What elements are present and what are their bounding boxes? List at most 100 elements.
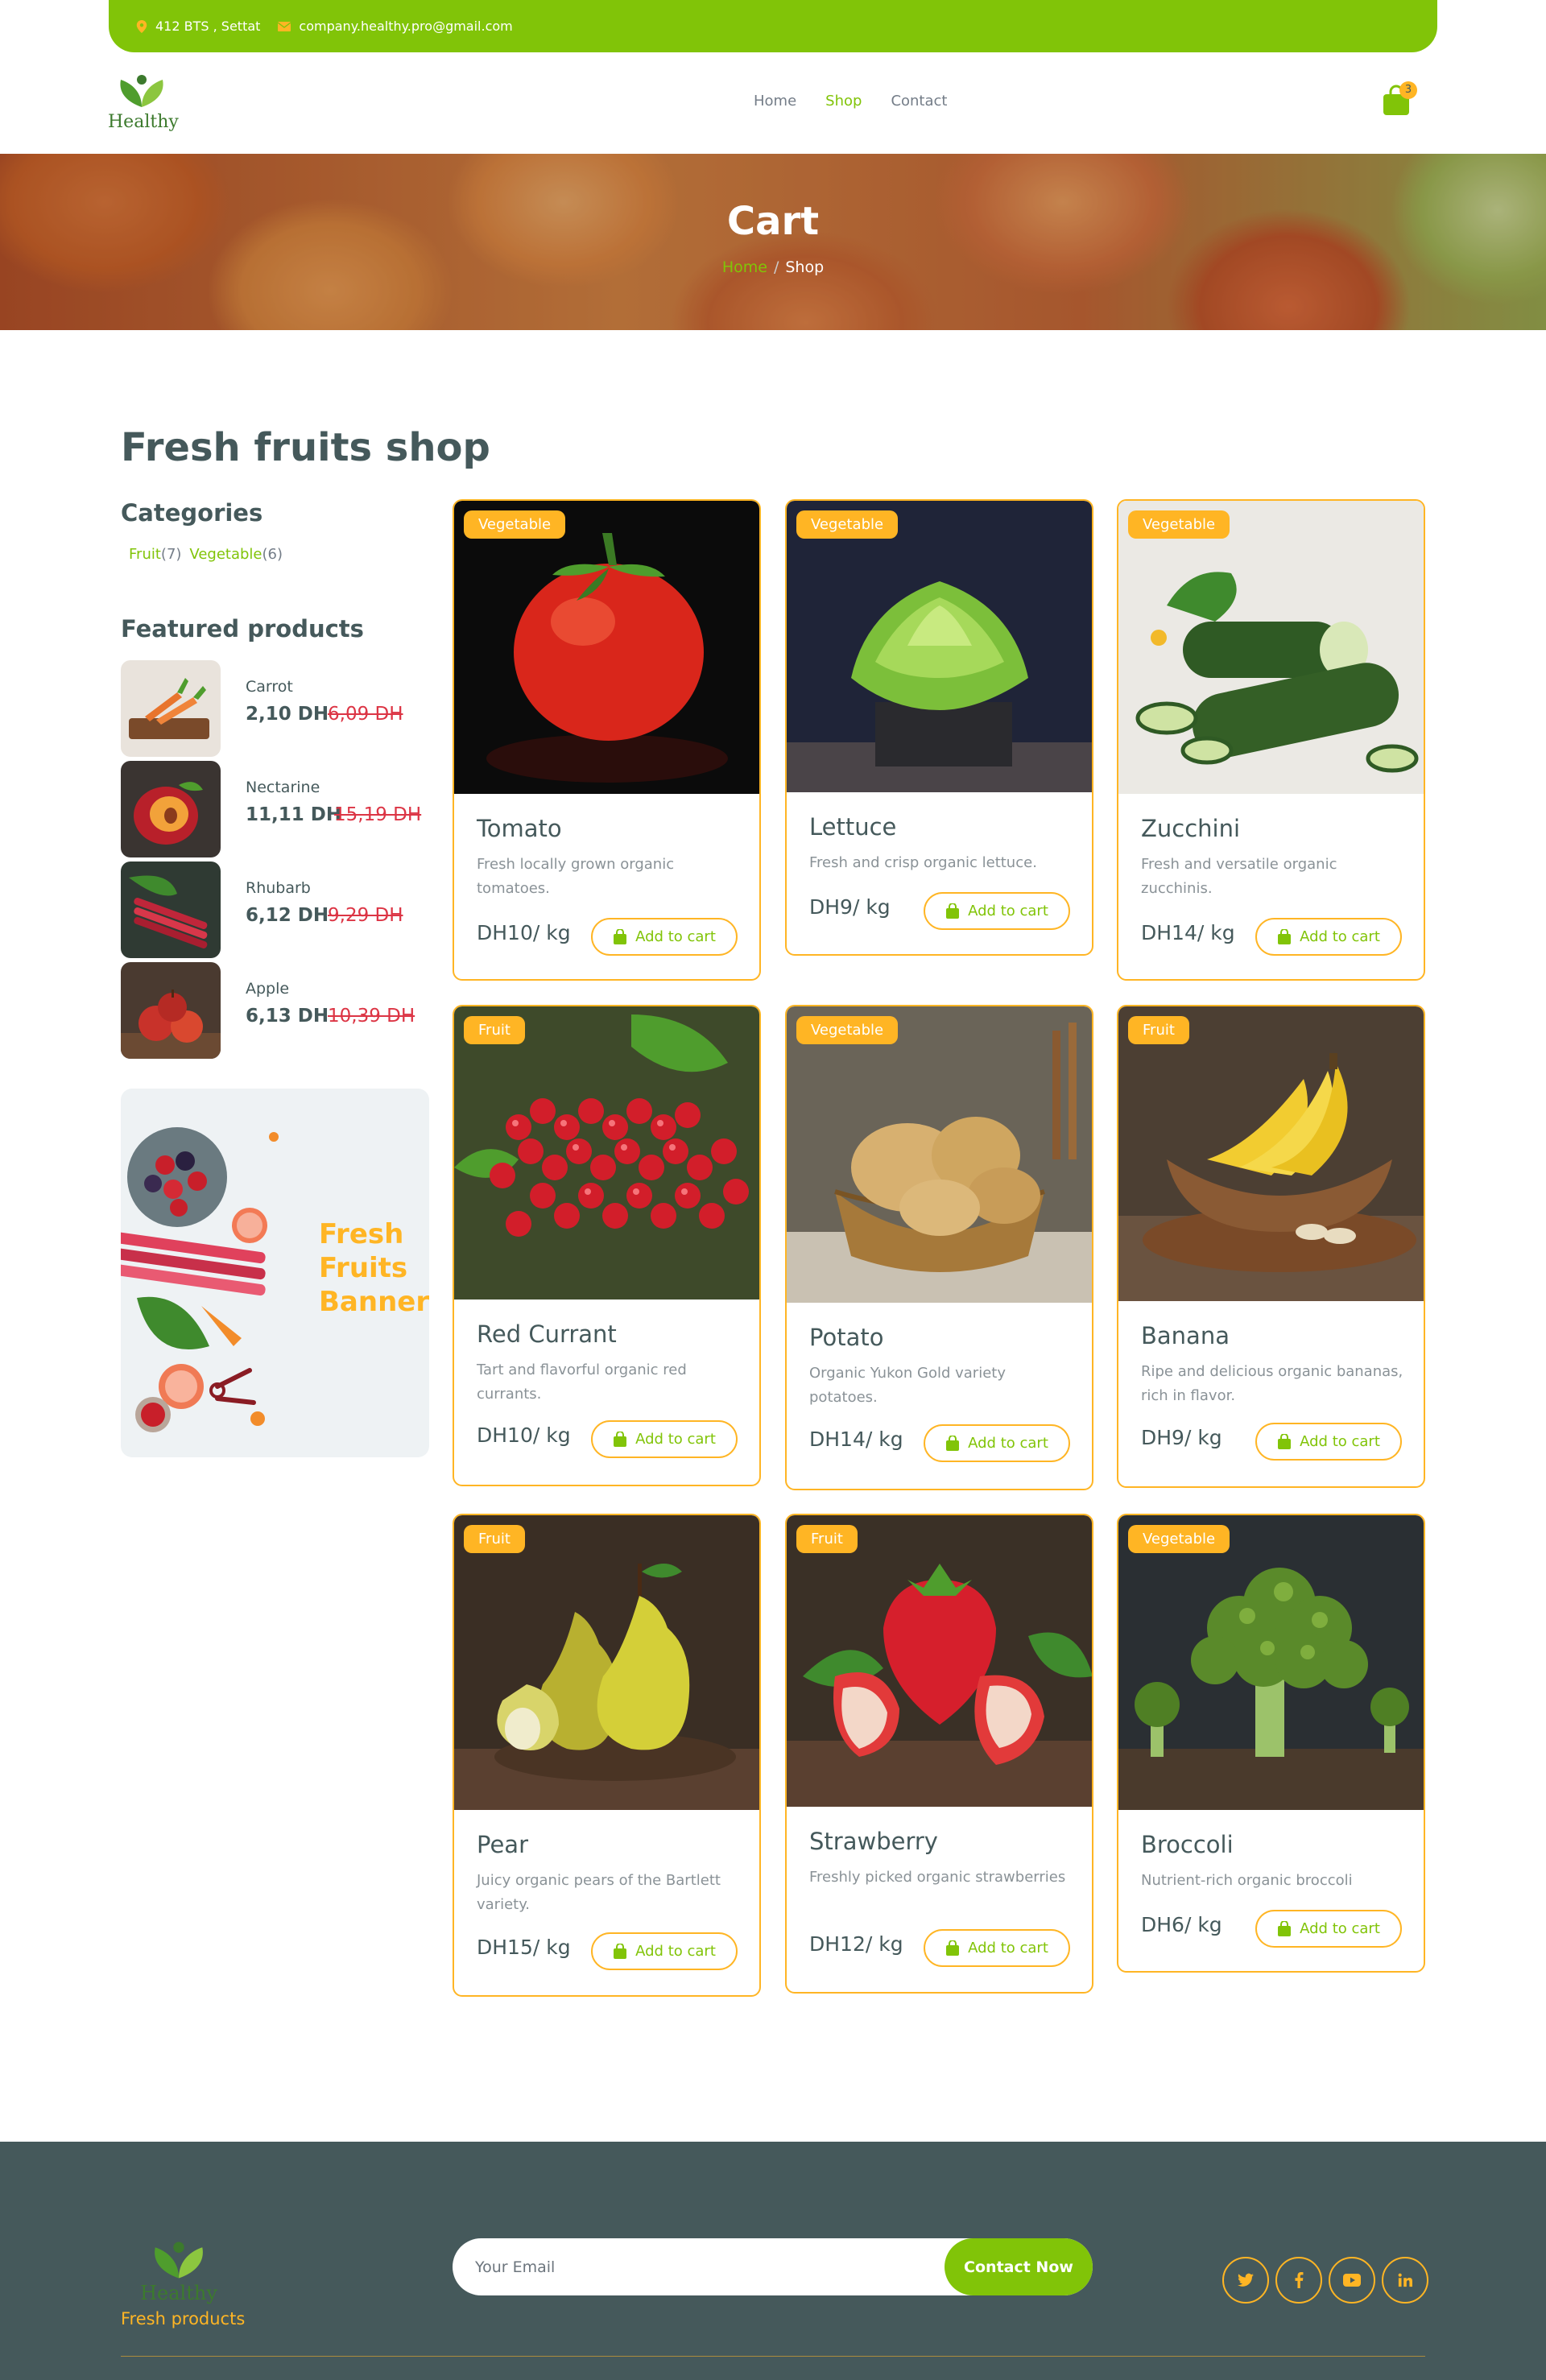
product-card-red-currant[interactable]: Fruit Red Currant Tart and flavorful org… <box>453 1005 761 1486</box>
featured-price: 2,10 DH <box>246 704 329 725</box>
category-fruit-count: (7) <box>160 546 182 563</box>
linkedin-link[interactable] <box>1382 2257 1428 2304</box>
add-to-cart-button[interactable]: Add to cart <box>1255 918 1402 956</box>
site-footer: Healthy Fresh products Contact Now <box>0 2142 1546 2380</box>
featured-name[interactable]: Nectarine <box>246 779 320 796</box>
email-info[interactable]: company.healthy.pro@gmail.com <box>278 19 513 34</box>
featured-name[interactable]: Carrot <box>246 678 293 696</box>
breadcrumb-home[interactable]: Home <box>722 258 767 276</box>
nav-home[interactable]: Home <box>754 93 796 109</box>
shopping-bag-icon <box>946 1435 960 1451</box>
add-to-cart-label: Add to cart <box>635 1943 716 1960</box>
shopping-bag-icon <box>614 1943 627 1959</box>
featured-old-price: 10,39 DH <box>328 1006 415 1027</box>
product-card-tomato[interactable]: Vegetable Tomato Fresh locally grown org… <box>453 499 761 981</box>
add-to-cart-label: Add to cart <box>1300 928 1380 945</box>
shopping-bag-icon <box>1278 1920 1292 1936</box>
featured-image[interactable] <box>121 962 221 1059</box>
add-to-cart-label: Add to cart <box>968 1940 1048 1956</box>
featured-item-rhubarb[interactable]: Rhubarb 6,12 DH 9,29 DH <box>121 862 427 958</box>
featured-image[interactable] <box>121 761 221 857</box>
product-title[interactable]: Pear <box>477 1831 528 1858</box>
product-card-zucchini[interactable]: Vegetable Zucchini Fresh and versatile o… <box>1117 499 1425 981</box>
featured-item-apple[interactable]: Apple 6,13 DH 10,39 DH <box>121 962 427 1059</box>
fresh-fruits-banner[interactable]: Fresh Fruits Banner <box>121 1089 429 1457</box>
banner-text-line: Banner <box>319 1286 429 1318</box>
cart-button[interactable]: 3 <box>1382 81 1417 117</box>
newsletter-form: Contact Now <box>453 2238 1093 2295</box>
featured-old-price: 9,29 DH <box>328 905 403 926</box>
facebook-link[interactable] <box>1275 2257 1322 2304</box>
email-text[interactable]: company.healthy.pro@gmail.com <box>299 19 512 34</box>
site-logo[interactable]: Healthy <box>108 72 179 132</box>
nav-shop[interactable]: Shop <box>825 93 862 109</box>
product-card-pear[interactable]: Fruit Pear Juicy organic pears of the Ba… <box>453 1514 761 1997</box>
product-image[interactable] <box>787 1006 1092 1303</box>
featured-price: 6,12 DH <box>246 905 329 926</box>
product-image[interactable] <box>1118 1006 1424 1301</box>
twitter-link[interactable] <box>1222 2257 1269 2304</box>
shopping-bag-icon <box>1278 1433 1292 1449</box>
product-image[interactable] <box>454 1006 759 1299</box>
hero-title: Cart <box>726 199 820 244</box>
product-title[interactable]: Red Currant <box>477 1320 617 1348</box>
footer-logo[interactable]: Healthy <box>138 2238 219 2304</box>
product-price: DH9/ kg <box>809 895 891 919</box>
product-title[interactable]: Potato <box>809 1324 883 1351</box>
shopping-bag-icon <box>1278 928 1292 944</box>
category-fruit[interactable]: Fruit <box>129 546 161 563</box>
contact-now-button[interactable]: Contact Now <box>945 2238 1093 2295</box>
product-card-strawberry[interactable]: Fruit Strawberry Freshly picked organic … <box>785 1514 1093 1994</box>
product-description: Organic Yukon Gold variety potatoes. <box>809 1365 1006 1406</box>
nav-contact[interactable]: Contact <box>891 93 947 109</box>
add-to-cart-button[interactable]: Add to cart <box>591 1932 738 1970</box>
product-image[interactable] <box>454 501 759 794</box>
product-title[interactable]: Lettuce <box>809 813 896 841</box>
product-description: Fresh locally grown organic tomatoes. <box>477 856 675 897</box>
envelope-icon <box>278 21 291 31</box>
youtube-link[interactable] <box>1329 2257 1375 2304</box>
product-title[interactable]: Broccoli <box>1141 1831 1234 1858</box>
product-category-badge: Vegetable <box>796 510 899 539</box>
add-to-cart-button[interactable]: Add to cart <box>924 1929 1070 1967</box>
featured-image[interactable] <box>121 660 221 757</box>
add-to-cart-button[interactable]: Add to cart <box>591 1420 738 1458</box>
product-title[interactable]: Tomato <box>477 815 562 842</box>
add-to-cart-label: Add to cart <box>635 928 716 945</box>
featured-image[interactable] <box>121 862 221 958</box>
address-text: 412 BTS , Settat <box>155 19 261 34</box>
product-image[interactable] <box>1118 501 1424 794</box>
add-to-cart-button[interactable]: Add to cart <box>591 918 738 956</box>
product-description: Fresh and crisp organic lettuce. <box>809 854 1037 871</box>
product-card-broccoli[interactable]: Vegetable Broccoli Nutrient-rich organic… <box>1117 1514 1425 1973</box>
product-image[interactable] <box>1118 1515 1424 1810</box>
twitter-icon <box>1238 2273 1254 2287</box>
newsletter-email-input[interactable] <box>475 2254 878 2280</box>
product-image[interactable] <box>454 1515 759 1810</box>
banner-text-line: Fresh <box>319 1218 404 1250</box>
product-card-banana[interactable]: Fruit Banana Ripe and delicious organic … <box>1117 1005 1425 1488</box>
category-vegetable[interactable]: Vegetable <box>189 546 262 563</box>
featured-item-nectarine[interactable]: Nectarine 11,11 DH 15,19 DH <box>121 761 427 857</box>
featured-item-carrot[interactable]: Carrot 2,10 DH 6,09 DH <box>121 660 427 757</box>
product-title[interactable]: Banana <box>1141 1322 1230 1349</box>
add-to-cart-button[interactable]: Add to cart <box>1255 1423 1402 1461</box>
add-to-cart-label: Add to cart <box>968 1435 1048 1452</box>
banner-fruit-illustration <box>121 1127 279 1432</box>
logo-text: Healthy <box>108 112 179 132</box>
product-title[interactable]: Strawberry <box>809 1828 938 1855</box>
product-image[interactable] <box>787 501 1092 792</box>
add-to-cart-button[interactable]: Add to cart <box>924 892 1070 930</box>
add-to-cart-button[interactable]: Add to cart <box>924 1424 1070 1462</box>
product-title[interactable]: Zucchini <box>1141 815 1240 842</box>
product-card-lettuce[interactable]: Vegetable Lettuce Fresh and crisp organi… <box>785 499 1093 956</box>
add-to-cart-button[interactable]: Add to cart <box>1255 1910 1402 1948</box>
product-category-badge: Fruit <box>796 1525 858 1553</box>
product-image[interactable] <box>787 1515 1092 1807</box>
featured-name[interactable]: Apple <box>246 980 289 998</box>
featured-name[interactable]: Rhubarb <box>246 879 311 897</box>
product-card-potato[interactable]: Vegetable Potato Organic Yukon Gold vari… <box>785 1005 1093 1490</box>
social-links <box>1222 2257 1428 2304</box>
categories-heading: Categories <box>121 499 263 527</box>
page-hero: Cart Home / Shop <box>0 154 1546 330</box>
